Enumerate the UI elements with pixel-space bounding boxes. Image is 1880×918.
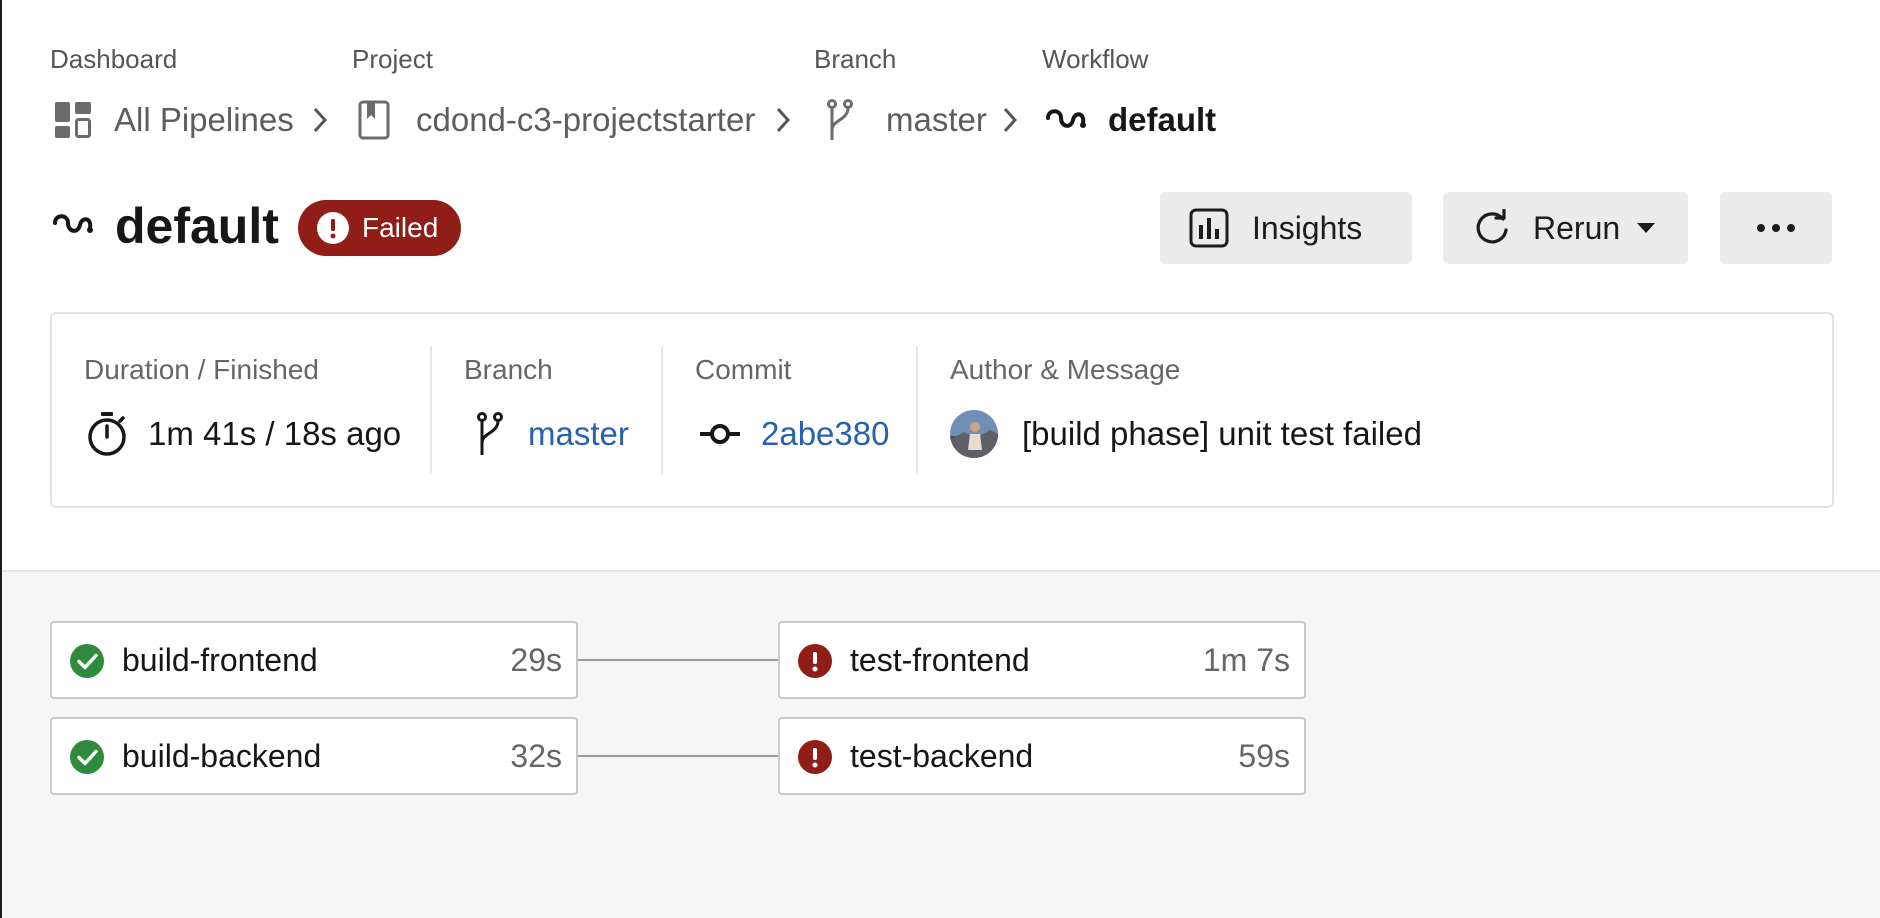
- duration-value: 1m 41s / 18s ago: [148, 415, 402, 452]
- author-field: [build phase] unit test failed: [950, 410, 1422, 458]
- workflow-icon: [1044, 100, 1088, 140]
- alert-icon: [316, 211, 350, 245]
- rerun-button[interactable]: Rerun: [1443, 192, 1688, 264]
- workflow-icon: [52, 208, 94, 247]
- duration-caption: Duration / Finished: [84, 354, 320, 385]
- avatar[interactable]: [950, 410, 998, 458]
- job-card[interactable]: test-frontend 1m 7s: [778, 621, 1306, 699]
- chevron-right-icon: [308, 104, 332, 141]
- stopwatch-icon: [86, 411, 128, 457]
- job-name: build-frontend: [122, 641, 318, 678]
- job-connector: [577, 659, 779, 661]
- branch-field: master: [474, 410, 629, 458]
- commit-message: [build phase] unit test failed: [1022, 415, 1422, 452]
- page-title: default: [115, 198, 279, 254]
- caret-down-icon: [1636, 222, 1656, 234]
- alert-icon: [798, 740, 832, 774]
- job-name: test-backend: [850, 737, 1034, 774]
- alert-icon: [798, 644, 832, 678]
- branch-caption: Branch: [464, 354, 553, 385]
- breadcrumb-item-branch[interactable]: master: [822, 96, 987, 144]
- author-caption: Author & Message: [950, 354, 1181, 385]
- rerun-button-label: Rerun: [1533, 209, 1621, 246]
- insights-icon: [1188, 207, 1230, 249]
- job-name: build-backend: [122, 737, 322, 774]
- breadcrumb-item-workflow: default: [1044, 96, 1216, 144]
- chevron-right-icon: [998, 104, 1022, 141]
- job-duration: 59s: [1238, 737, 1290, 774]
- job-card[interactable]: build-backend 32s: [50, 717, 578, 795]
- duration-field: 1m 41s / 18s ago: [86, 410, 401, 458]
- workflow-summary-card: Duration / Finished 1m 41s / 18s ago Bra…: [50, 312, 1834, 508]
- refresh-icon: [1473, 209, 1511, 247]
- job-duration: 32s: [510, 737, 562, 774]
- more-options-button[interactable]: [1720, 192, 1832, 264]
- divider: [430, 346, 432, 474]
- breadcrumb-item-dashboard[interactable]: All Pipelines: [52, 96, 294, 144]
- more-horizontal-icon: [1756, 223, 1796, 233]
- commit-link[interactable]: 2abe380: [761, 415, 889, 453]
- branch-link[interactable]: master: [528, 415, 629, 453]
- breadcrumb-caption-project: Project: [352, 44, 433, 74]
- job-card[interactable]: test-backend 59s: [778, 717, 1306, 795]
- branch-icon: [822, 98, 856, 142]
- divider: [661, 346, 663, 474]
- chevron-right-icon: [771, 104, 795, 141]
- commit-icon: [699, 422, 741, 446]
- status-badge-label: Failed: [362, 212, 439, 243]
- job-connector: [577, 755, 779, 757]
- repo-icon: [356, 99, 392, 141]
- breadcrumb-caption-dashboard: Dashboard: [50, 44, 178, 74]
- commit-caption: Commit: [695, 354, 792, 385]
- divider: [916, 346, 918, 474]
- insights-button[interactable]: Insights: [1160, 192, 1412, 264]
- job-card[interactable]: build-frontend 29s: [50, 621, 578, 699]
- breadcrumb-label-workflow: default: [1108, 101, 1217, 138]
- branch-icon: [474, 411, 504, 457]
- commit-field: 2abe380: [699, 410, 889, 458]
- breadcrumb-label-dashboard: All Pipelines: [114, 101, 294, 138]
- insights-button-label: Insights: [1252, 209, 1363, 246]
- breadcrumb-caption-workflow: Workflow: [1042, 44, 1149, 74]
- check-circle-icon: [70, 740, 104, 774]
- check-circle-icon: [70, 644, 104, 678]
- job-duration: 1m 7s: [1202, 641, 1290, 678]
- breadcrumb-caption-branch: Branch: [814, 44, 897, 74]
- breadcrumb-label-project: cdond-c3-projectstarter: [416, 101, 756, 138]
- breadcrumb-label-branch: master: [886, 101, 987, 138]
- dashboard-icon: [52, 99, 94, 141]
- job-name: test-frontend: [850, 641, 1030, 678]
- breadcrumb-item-project[interactable]: cdond-c3-projectstarter: [356, 96, 755, 144]
- status-badge: Failed: [298, 200, 461, 256]
- job-duration: 29s: [510, 641, 562, 678]
